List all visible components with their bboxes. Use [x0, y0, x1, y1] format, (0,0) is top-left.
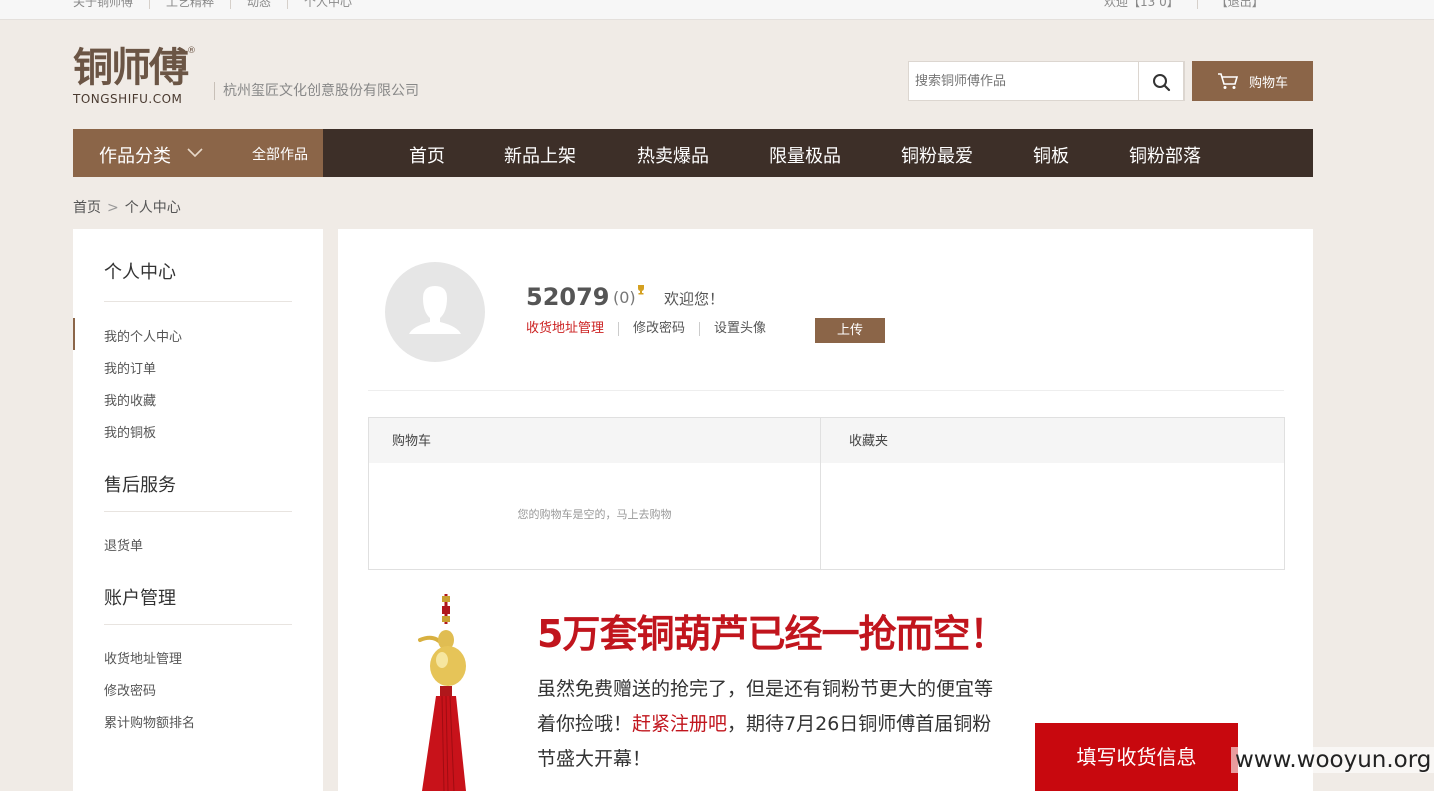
logout-link[interactable]: 【退出】	[1198, 0, 1264, 9]
promo-text: 虽然免费赠送的抢完了，但是还有铜粉节更大的便宜等着你捡哦！赶紧注册吧，期待7月2…	[537, 672, 1007, 777]
sidebar-active-indicator	[73, 318, 75, 350]
cart-panel-title: 购物车	[369, 418, 820, 463]
change-password-link[interactable]: 修改密码	[619, 322, 701, 336]
register-now-link[interactable]: 赶紧注册吧	[632, 713, 727, 735]
sidebar-item-my-favorites[interactable]: 我的收藏	[104, 390, 156, 409]
chevron-down-icon	[187, 148, 203, 158]
sidebar-divider	[104, 511, 292, 512]
panel-divider	[820, 418, 821, 569]
nav-item-fan-tribe[interactable]: 铜粉部落	[1129, 142, 1201, 168]
username: 52079	[526, 283, 610, 311]
cart-favorites-panels: 购物车 收藏夹 您的购物车是空的，马上去购物	[368, 417, 1285, 570]
shopping-cart-icon	[1217, 73, 1239, 89]
watermark: www.wooyun.org	[1231, 747, 1434, 773]
sidebar-divider	[104, 301, 292, 302]
sidebar-item-my-center[interactable]: 我的个人中心	[104, 326, 182, 345]
nav-item-fan-favorites[interactable]: 铜粉最爱	[901, 142, 973, 168]
sidebar-title-account: 账户管理	[104, 588, 176, 609]
breadcrumb-home[interactable]: 首页	[73, 200, 101, 216]
set-avatar-link[interactable]: 设置头像	[700, 322, 766, 336]
cart-button[interactable]: 购物车	[1192, 61, 1313, 101]
category-menu-label: 作品分类	[99, 146, 171, 167]
all-works-link[interactable]: 全部作品	[252, 144, 308, 164]
sidebar-item-address[interactable]: 收货地址管理	[104, 648, 182, 667]
cart-empty-message[interactable]: 您的购物车是空的，马上去购物	[369, 506, 820, 522]
top-utility-bar: 关于铜师傅 工艺精粹 动态 个人中心 欢迎【13 0】 【退出】	[0, 0, 1434, 20]
breadcrumb-current: 个人中心	[124, 200, 181, 216]
nav-item-copper-coins[interactable]: 铜板	[1033, 142, 1069, 168]
sidebar-title-after-sales: 售后服务	[104, 475, 176, 496]
welcome-message: 欢迎您！	[664, 290, 725, 308]
sidebar: 个人中心 我的个人中心 我的订单 我的收藏 我的铜板 售后服务 退货单 账户管理…	[73, 229, 323, 791]
breadcrumb-separator: >	[107, 200, 119, 216]
sidebar-item-my-coins[interactable]: 我的铜板	[104, 422, 156, 441]
site-logo[interactable]: 铜师傅 ® TONGSHIFU.COM	[73, 44, 197, 107]
sidebar-item-password[interactable]: 修改密码	[104, 680, 156, 699]
trophy-icon	[638, 285, 644, 295]
sidebar-item-my-orders[interactable]: 我的订单	[104, 358, 156, 377]
logo-chinese-text: 铜师傅	[73, 44, 189, 91]
topbar-welcome-user: 欢迎【13 0】	[1104, 0, 1198, 9]
company-name: 杭州玺匠文化创意股份有限公司	[214, 82, 419, 100]
topbar-link-news[interactable]: 动态	[230, 0, 287, 9]
category-menu[interactable]: 作品分类 全部作品	[73, 129, 323, 177]
logo-registered-mark: ®	[187, 46, 196, 56]
nav-item-new-arrivals[interactable]: 新品上架	[504, 142, 576, 168]
nav-item-hot-sellers[interactable]: 热卖爆品	[637, 142, 709, 168]
breadcrumb: 首页 > 个人中心	[73, 197, 181, 217]
sidebar-item-ranking[interactable]: 累计购物额排名	[104, 712, 195, 731]
user-placeholder-icon	[409, 286, 461, 334]
fill-shipping-info-button[interactable]: 填写收货信息	[1035, 723, 1238, 791]
search-button[interactable]	[1138, 61, 1184, 101]
nav-item-home[interactable]: 首页	[409, 142, 445, 168]
upload-button[interactable]: 上传	[815, 318, 885, 343]
main-nav: 作品分类 全部作品 首页 新品上架 热卖爆品 限量极品 铜粉最爱 铜板 铜粉部落	[73, 129, 1313, 177]
avatar[interactable]	[385, 262, 485, 362]
topbar-link-about[interactable]: 关于铜师傅	[73, 0, 149, 9]
search-input[interactable]	[909, 62, 1140, 100]
topbar-link-craft[interactable]: 工艺精粹	[149, 0, 230, 9]
profile-divider	[368, 390, 1284, 391]
user-level: (0)	[613, 288, 636, 307]
cart-button-label: 购物车	[1248, 75, 1288, 91]
logo-english-text: TONGSHIFU.COM	[73, 92, 183, 106]
nav-item-limited[interactable]: 限量极品	[769, 142, 841, 168]
main-content: 52079 (0) 欢迎您！ 收货地址管理 修改密码 设置头像 上传 购物车 收…	[338, 229, 1313, 791]
profile-links: 收货地址管理 修改密码 设置头像	[526, 322, 766, 336]
promo-title: 5万套铜葫芦已经一抢而空！	[537, 612, 1007, 656]
favorites-panel-title: 收藏夹	[821, 418, 1284, 463]
sidebar-title-personal-center: 个人中心	[104, 262, 176, 283]
search-box	[908, 61, 1185, 101]
sidebar-item-returns[interactable]: 退货单	[104, 535, 143, 554]
address-management-link[interactable]: 收货地址管理	[526, 322, 620, 336]
topbar-link-personal-center[interactable]: 个人中心	[287, 0, 368, 9]
sidebar-divider	[104, 624, 292, 625]
search-icon	[1153, 74, 1171, 92]
copper-gourd-pendant-image	[418, 594, 466, 791]
